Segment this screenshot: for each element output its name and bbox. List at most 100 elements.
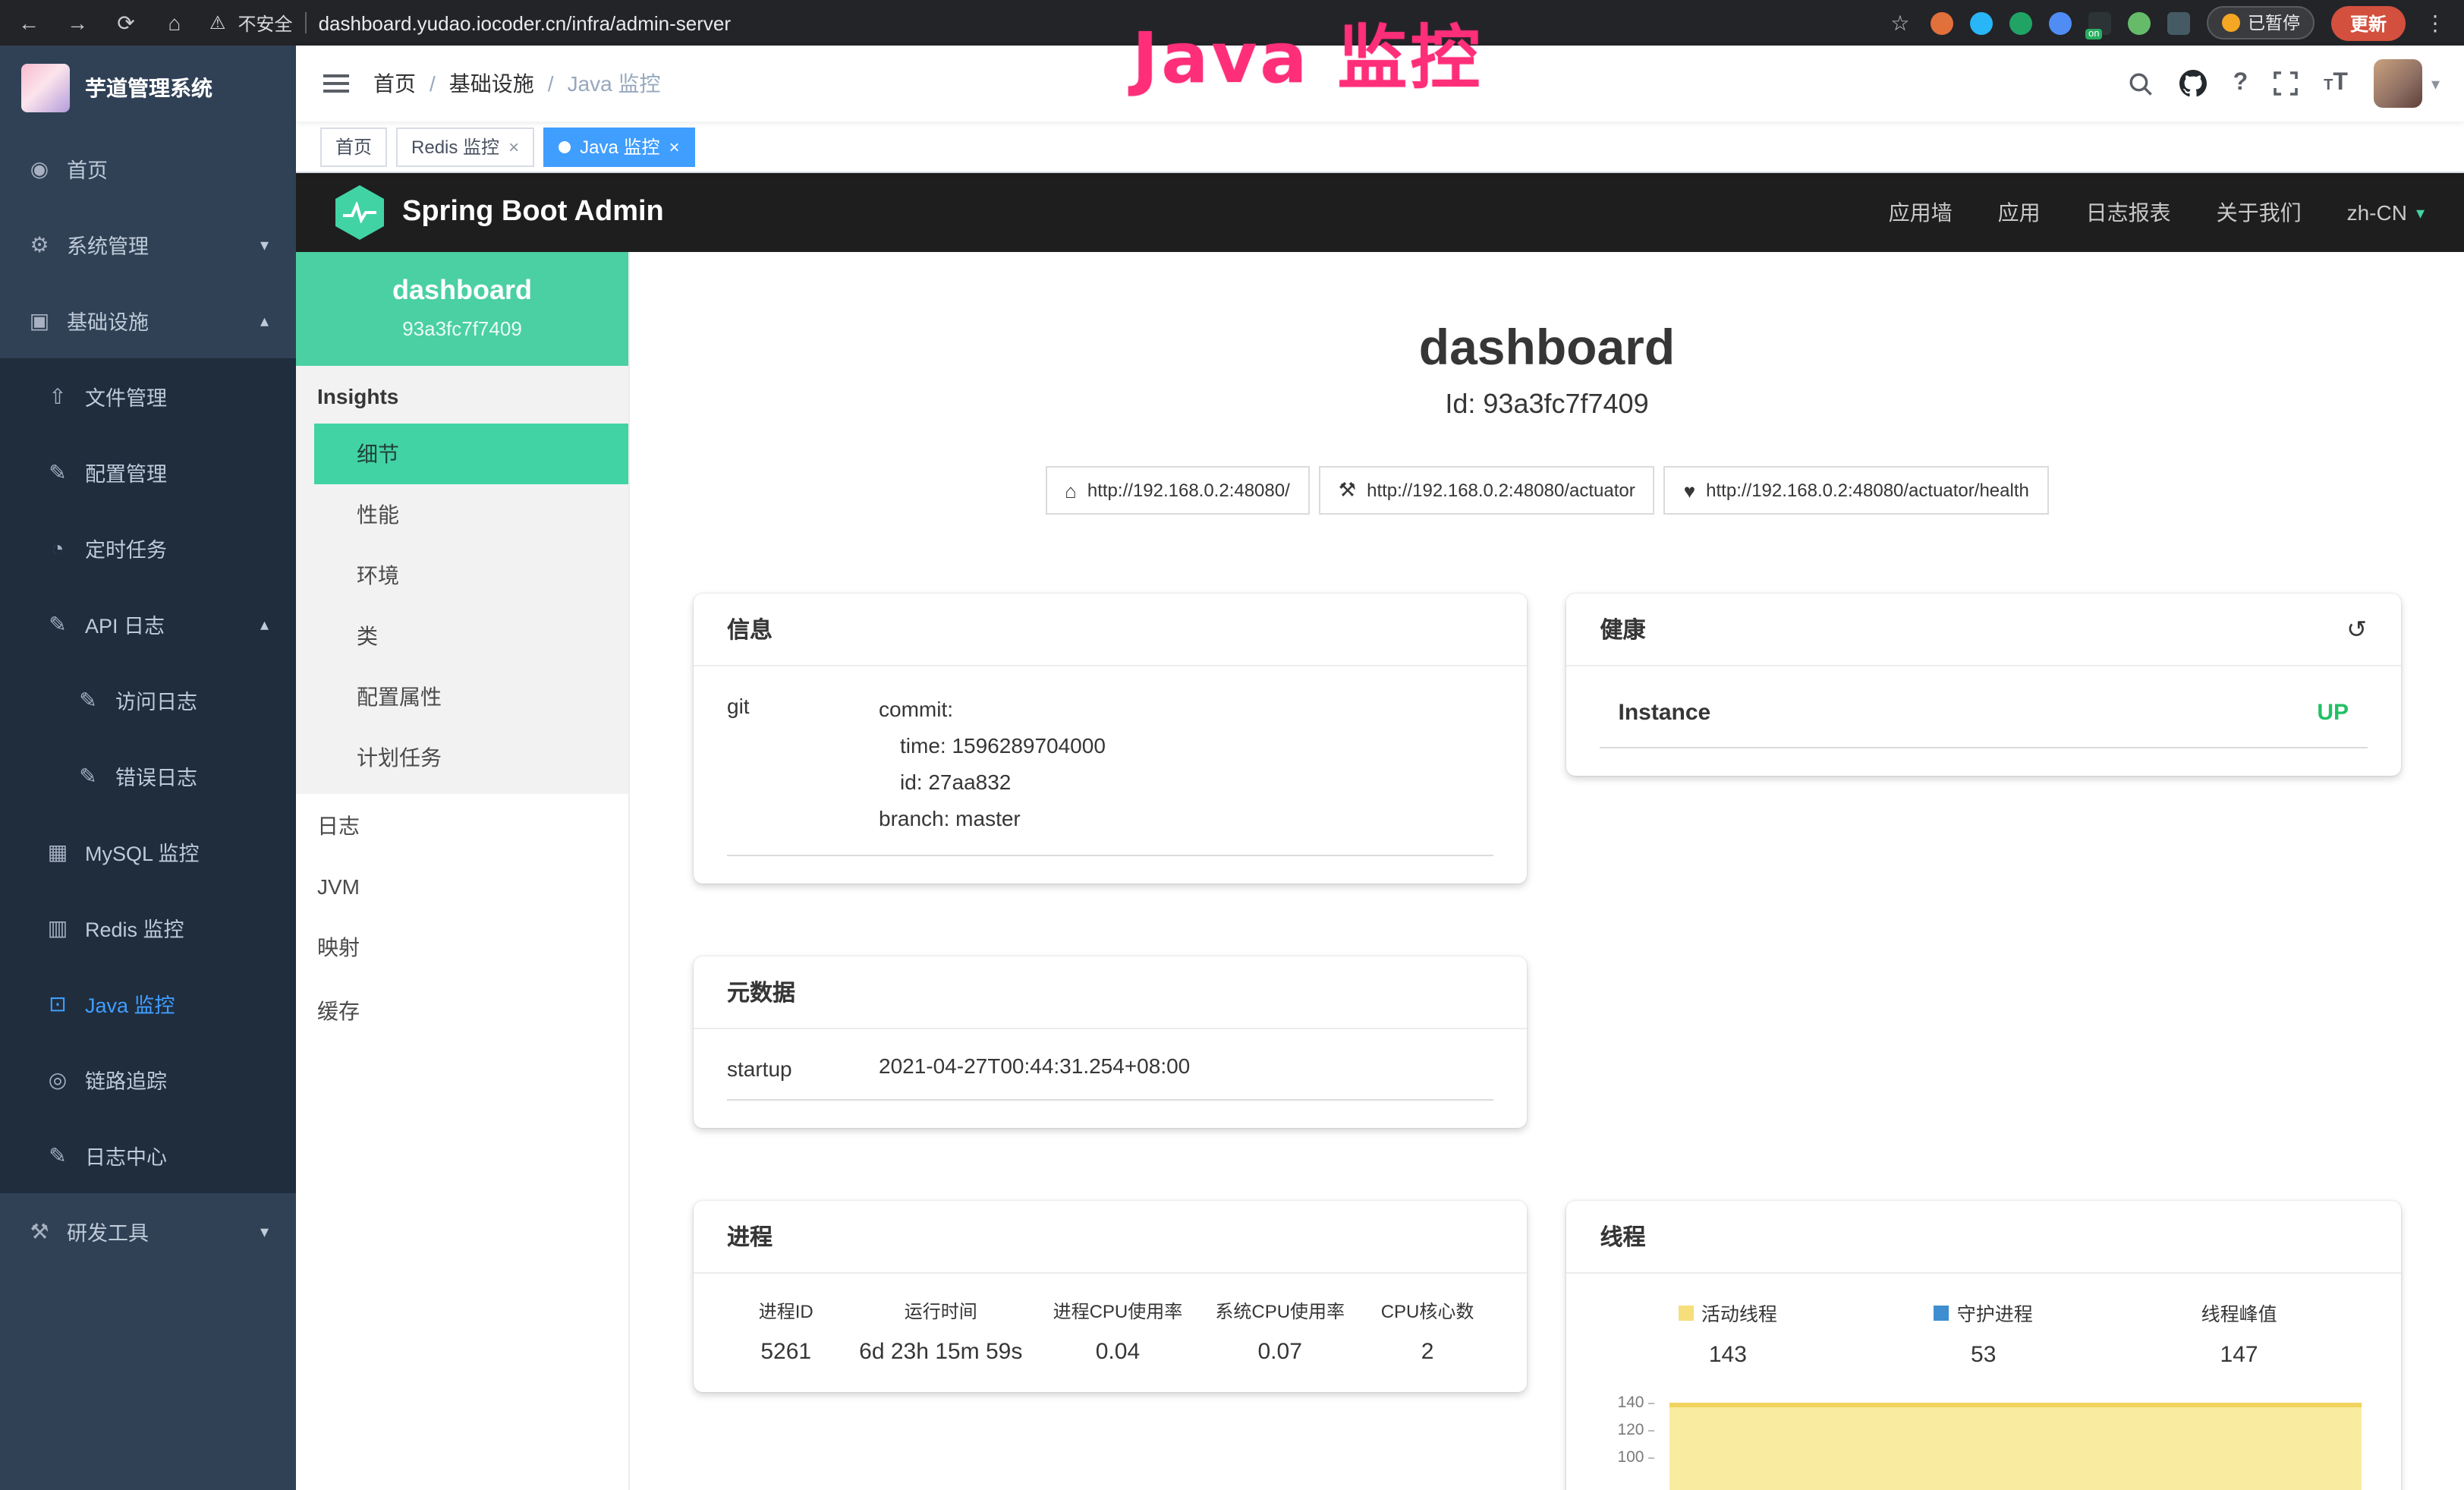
fullscreen-icon[interactable] <box>2274 71 2298 96</box>
info-card: 信息 git commit: time: 1596289704000 id: 2 <box>694 594 1528 884</box>
sidebar-item-file-management[interactable]: ⇧ 文件管理 <box>0 358 296 434</box>
sba-menu-scheduled-tasks[interactable]: 计划任务 <box>314 727 628 788</box>
breadcrumb-infrastructure[interactable]: 基础设施 <box>449 68 534 99</box>
browser-menu-icon[interactable]: ⋮ <box>2422 10 2449 36</box>
process-header-cores: CPU核心数 <box>1361 1298 1494 1324</box>
tab-label: Redis 监控 <box>411 134 499 159</box>
history-icon[interactable]: ↺ <box>2346 614 2367 644</box>
threads-card-title: 线程 <box>1600 1221 1646 1252</box>
paused-badge[interactable]: 已暂停 <box>2207 6 2315 39</box>
logo-avatar <box>21 64 70 112</box>
main-column: 首页 / 基础设施 / Java 监控 ? <box>296 46 2464 1490</box>
sba-nav-journal[interactable]: 日志报表 <box>2086 197 2171 228</box>
redis-icon: ▥ <box>46 915 70 940</box>
sidebar-item-label: 定时任务 <box>85 533 167 563</box>
health-card: 健康 ↺ Instance UP <box>1567 594 2401 776</box>
sba-menu-caches[interactable]: 缓存 <box>296 979 628 1043</box>
sidebar-item-error-logs[interactable]: ✎ 错误日志 <box>0 738 296 814</box>
sba-instance-header[interactable]: dashboard 93a3fc7f7409 <box>296 252 628 366</box>
file-icon: ⇧ <box>46 383 70 409</box>
actuator-url-button[interactable]: ⚒ http://192.168.0.2:48080/actuator <box>1319 466 1655 515</box>
hamburger-icon[interactable] <box>320 68 352 99</box>
leaf-extension-icon[interactable] <box>2128 11 2151 34</box>
tab-redis-monitor[interactable]: Redis 监控 × <box>396 127 534 166</box>
legend-daemon-threads: 守护进程 53 <box>1855 1298 2111 1368</box>
sidebar-item-home[interactable]: ◉ 首页 <box>0 131 296 206</box>
help-icon[interactable]: ? <box>2233 70 2248 97</box>
sidebar-item-mysql-monitor[interactable]: ▦ MySQL 监控 <box>0 814 296 890</box>
sidebar-item-scheduled-jobs[interactable]: ◔ 定时任务 <box>0 510 296 586</box>
sba-menu-environment[interactable]: 环境 <box>314 545 628 606</box>
sba-menu-logs[interactable]: 日志 <box>296 794 628 858</box>
sidebar-item-system[interactable]: ⚙ 系统管理 ▾ <box>0 206 296 282</box>
sidebar-item-java-monitor[interactable]: ⊡ Java 监控 <box>0 966 296 1041</box>
threads-card-header: 线程 <box>1567 1201 2401 1274</box>
java-monitor-icon: ⊡ <box>46 991 70 1016</box>
emoji-icon <box>2222 14 2240 32</box>
sidebar-item-log-center[interactable]: ✎ 日志中心 <box>0 1117 296 1193</box>
sidebar-item-config-management[interactable]: ✎ 配置管理 <box>0 434 296 510</box>
threads-legend: 活动线程 143 守护进程 <box>1600 1298 2368 1368</box>
health-card-header: 健康 ↺ <box>1567 594 2401 666</box>
refresh-icon[interactable]: ⟳ <box>112 10 140 36</box>
font-size-icon[interactable]: TT <box>2324 70 2348 97</box>
sidebar-item-label: MySQL 监控 <box>85 836 200 867</box>
sba-menu-details[interactable]: 细节 <box>314 424 628 484</box>
sba-brand-title[interactable]: Spring Boot Admin <box>402 196 664 229</box>
active-threads-area <box>1670 1403 2362 1490</box>
sba-logo-icon[interactable] <box>335 185 384 240</box>
forward-icon[interactable]: → <box>64 11 91 35</box>
sba-menu-mappings[interactable]: 映射 <box>296 915 628 979</box>
tab-java-monitor[interactable]: Java 监控 × <box>543 127 694 166</box>
legend-value: 53 <box>1855 1341 2111 1367</box>
health-instance-row: Instance UP <box>1600 691 2368 748</box>
close-icon[interactable]: × <box>508 136 519 157</box>
url-text[interactable]: dashboard.yudao.iocoder.cn/infra/admin-s… <box>319 11 731 34</box>
sidebar-item-redis-monitor[interactable]: ▥ Redis 监控 <box>0 890 296 966</box>
search-icon[interactable] <box>2129 71 2154 96</box>
info-card-title: 信息 <box>727 613 773 645</box>
sba-nav-wallboard[interactable]: 应用墙 <box>1889 197 1953 228</box>
github-icon[interactable] <box>2180 70 2208 97</box>
sidebar-item-tracing[interactable]: ◎ 链路追踪 <box>0 1041 296 1117</box>
sba-menu-configprops[interactable]: 配置属性 <box>314 666 628 727</box>
sidebar-item-dev-tools[interactable]: ⚒ 研发工具 ▾ <box>0 1193 296 1269</box>
sba-nav-applications[interactable]: 应用 <box>1998 197 2041 228</box>
dark-extension-icon[interactable] <box>2167 11 2190 34</box>
bookmark-star-icon[interactable]: ☆ <box>1887 10 1914 36</box>
sba-menu-jvm[interactable]: JVM <box>296 858 628 915</box>
sba-nav-about[interactable]: 关于我们 <box>2217 197 2302 228</box>
green-circle-extension-icon[interactable] <box>2009 11 2032 34</box>
blue-grid-extension-icon[interactable] <box>2049 11 2072 34</box>
tab-label: Java 监控 <box>580 134 659 159</box>
tab-home[interactable]: 首页 <box>320 127 387 166</box>
orange-extension-icon[interactable] <box>1931 11 1953 34</box>
sba-menu-classes[interactable]: 类 <box>314 606 628 666</box>
blue-swatch-icon <box>1934 1305 1949 1320</box>
breadcrumb-home[interactable]: 首页 <box>373 68 416 99</box>
breadcrumb: 首页 / 基础设施 / Java 监控 <box>373 68 661 99</box>
app-logo[interactable]: 芋道管理系统 <box>0 46 296 131</box>
sidebar-item-label: 错误日志 <box>115 761 197 791</box>
blue-drop-extension-icon[interactable] <box>1970 11 1993 34</box>
back-icon[interactable]: ← <box>15 11 42 35</box>
infrastructure-icon: ▣ <box>27 307 52 333</box>
health-card-title: 健康 <box>1600 613 1646 645</box>
sba-menu-metrics[interactable]: 性能 <box>314 484 628 545</box>
sidebar-item-api-logs[interactable]: ✎ API 日志 ▴ <box>0 586 296 662</box>
user-menu[interactable]: ▾ <box>2374 59 2440 108</box>
sba-body: dashboard 93a3fc7f7409 Insights 细节 性能 环境… <box>296 252 2464 1490</box>
browser-home-icon[interactable]: ⌂ <box>161 11 188 35</box>
gear-icon: ⚙ <box>27 232 52 257</box>
sidebar-item-access-logs[interactable]: ✎ 访问日志 <box>0 662 296 738</box>
switch-extension-icon[interactable]: on <box>2088 11 2111 34</box>
address-bar[interactable]: ⚠ 不安全 dashboard.yudao.iocoder.cn/infra/a… <box>209 10 731 36</box>
sidebar-item-infrastructure[interactable]: ▣ 基础设施 ▴ <box>0 282 296 358</box>
locale-selector[interactable]: zh-CN ▾ <box>2347 200 2425 225</box>
close-icon[interactable]: × <box>669 136 679 157</box>
security-label[interactable]: 不安全 <box>238 10 293 36</box>
annotation-text: Java 监控 <box>1132 3 1483 103</box>
health-url-button[interactable]: ♥ http://192.168.0.2:48080/actuator/heal… <box>1664 466 2049 515</box>
update-button[interactable]: 更新 <box>2332 5 2405 40</box>
service-url-button[interactable]: ⌂ http://192.168.0.2:48080/ <box>1045 466 1310 515</box>
